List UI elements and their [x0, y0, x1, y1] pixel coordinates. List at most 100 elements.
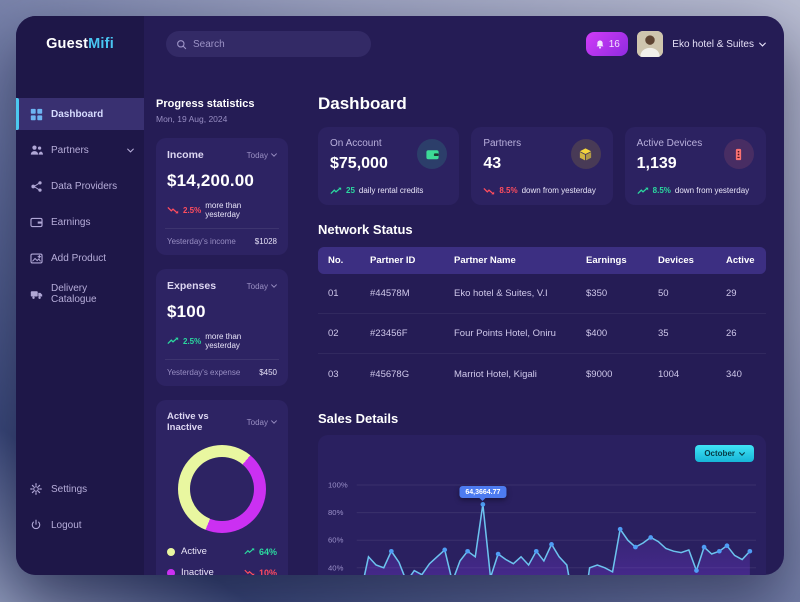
account-name: Eko hotel & Suites — [672, 38, 754, 50]
svg-text:100%: 100% — [328, 481, 348, 490]
app-window: GuestMifi 16 Eko hotel & Suites — [16, 16, 784, 575]
cell-active: 29 — [726, 288, 737, 299]
legend-value: 64% — [258, 546, 277, 557]
cell-earnings: $350 — [586, 288, 608, 299]
income-amount: $14,200.00 — [167, 171, 255, 190]
cell-no: 02 — [328, 328, 339, 339]
cell-partner-id: #44578M — [370, 288, 410, 299]
card-foot-text: down from yesterday — [674, 186, 750, 195]
sidebar-item-partners[interactable]: Partners — [16, 134, 144, 166]
active-indicator — [16, 98, 19, 130]
expenses-card: Expenses Today $100 2.5% more than yeste… — [156, 269, 288, 386]
gear-icon — [30, 482, 43, 496]
card-foot-value: 8.5% — [499, 186, 518, 195]
sidebar-item-data-providers[interactable]: Data Providers — [16, 170, 144, 202]
progress-title: Progress statistics — [156, 98, 255, 110]
chevron-down-icon — [127, 148, 134, 153]
sidebar-item-earnings[interactable]: Earnings — [16, 206, 144, 238]
cell-devices: 1004 — [658, 368, 680, 380]
header-right: 16 Eko hotel & Suites — [586, 31, 784, 57]
trend-up-icon — [167, 337, 179, 345]
page-title: Dashboard — [318, 94, 407, 113]
card-foot-value: 8.5% — [652, 186, 671, 195]
svg-text:40%: 40% — [328, 563, 344, 572]
chevron-down-icon — [271, 284, 277, 288]
sidebar-item-logout[interactable]: Logout — [16, 509, 144, 541]
brand-text: GuestMifi — [46, 36, 114, 52]
active-dot — [167, 547, 175, 556]
legend-value: 10% — [258, 567, 277, 576]
main-content: Dashboard On Account $75,000 25 daily re… — [300, 72, 784, 575]
chevron-down-icon — [271, 420, 277, 424]
period-label: Today — [246, 150, 268, 160]
col-earnings: Earnings — [586, 255, 627, 266]
trend-down-icon — [244, 569, 255, 575]
income-footer-value: $1028 — [254, 237, 277, 246]
wallet-icon — [30, 216, 43, 229]
network-status-title: Network Status — [318, 222, 413, 237]
search-bar[interactable] — [166, 31, 371, 57]
chevron-down-icon — [759, 42, 766, 47]
expenses-footer-value: $450 — [259, 368, 277, 377]
trend-down-icon — [483, 187, 495, 195]
col-partner-name: Partner Name — [454, 255, 516, 266]
account-menu[interactable]: Eko hotel & Suites — [672, 39, 766, 50]
partners-card: Partners 43 8.5% down from yesterday — [471, 127, 613, 205]
sidebar: Dashboard Partners Data Providers Earnin… — [16, 72, 144, 575]
dashboard-icon — [30, 108, 43, 121]
cell-no: 01 — [328, 288, 339, 299]
card-foot-text: daily rental credits — [358, 186, 424, 195]
avatar[interactable] — [637, 31, 664, 57]
sales-chart-svg: 100% 80% 60% 40% — [328, 481, 756, 575]
active-inactive-card: Active vs Inactive Today Active 64% Inac… — [156, 400, 288, 575]
active-devices-card: Active Devices 1,139 8.5% down from yest… — [624, 127, 766, 205]
expenses-period-dropdown[interactable]: Today — [247, 282, 277, 291]
cell-earnings: $400 — [586, 328, 608, 339]
progress-statistics-panel: Progress statistics Mon, 19 Aug, 2024 In… — [144, 72, 300, 575]
expenses-title: Expenses — [167, 280, 217, 292]
notifications-button[interactable]: 16 — [586, 32, 629, 56]
card-foot-text: down from yesterday — [521, 186, 596, 195]
logo: GuestMifi — [16, 16, 144, 72]
donut-legend: Active 64% Inactive 10% — [167, 546, 277, 575]
income-trend-text: more than yesterday — [205, 201, 242, 219]
card-foot-value: 25 — [346, 186, 355, 195]
svg-text:60%: 60% — [328, 536, 344, 545]
router-icon — [723, 139, 754, 169]
income-footer-label: Yesterday's income — [167, 237, 236, 246]
sidebar-footer: Settings Logout — [16, 473, 144, 575]
donut-period-dropdown[interactable]: Today — [247, 418, 277, 427]
sidebar-item-label: Dashboard — [51, 108, 104, 120]
sidebar-item-settings[interactable]: Settings — [16, 473, 144, 505]
legend-item-inactive: Inactive 10% — [167, 567, 277, 575]
income-trend-value: 2.5% — [183, 205, 202, 215]
trend-down-icon — [167, 206, 179, 214]
income-period-dropdown[interactable]: Today — [247, 151, 277, 160]
cell-active: 340 — [726, 368, 742, 380]
table-row[interactable]: 02 #23456F Four Points Hotel, Oniru $400… — [318, 314, 766, 354]
cell-earnings: $9000 — [586, 368, 613, 380]
period-label: Today — [246, 281, 268, 291]
truck-icon — [30, 288, 43, 301]
sidebar-item-label: Settings — [51, 483, 88, 495]
notification-count: 16 — [608, 38, 620, 50]
search-input[interactable] — [193, 38, 361, 50]
legend-label: Inactive — [181, 567, 214, 575]
month-dropdown[interactable]: October — [695, 445, 754, 462]
expenses-trend-value: 2.5% — [183, 336, 202, 346]
sidebar-item-delivery-catalogue[interactable]: Delivery Catalogue — [16, 278, 144, 310]
sidebar-item-add-product[interactable]: Add Product — [16, 242, 144, 274]
brand-guest: Guest — [46, 36, 89, 52]
data-providers-icon — [30, 180, 43, 193]
cell-partner-name: Eko hotel & Suites, V.I — [454, 288, 548, 299]
month-label: October — [704, 449, 735, 458]
table-row[interactable]: 03 #45678G Marriot Hotel, Kigali $9000 1… — [318, 354, 766, 394]
chart-tooltip: 64,3664.77 — [459, 486, 507, 499]
legend-label: Active — [181, 546, 207, 557]
table-row[interactable]: 01 #44578M Eko hotel & Suites, V.I $350 … — [318, 274, 766, 314]
income-title: Income — [167, 149, 204, 161]
cell-partner-id: #45678G — [370, 368, 410, 380]
sidebar-item-label: Data Providers — [51, 180, 118, 192]
sidebar-item-dashboard[interactable]: Dashboard — [16, 98, 144, 130]
trend-up-icon — [637, 187, 649, 195]
